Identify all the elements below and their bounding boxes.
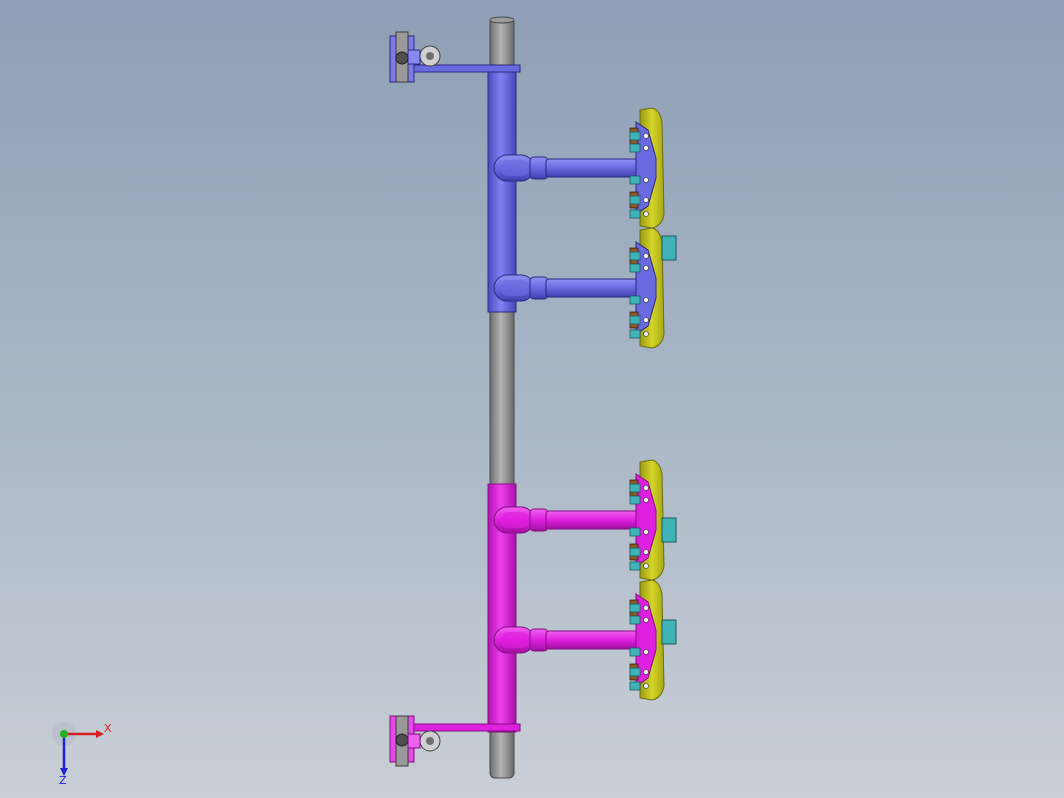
- coordinate-triad-icon: X Z: [52, 722, 112, 786]
- upper-arm-2[interactable]: [493, 227, 677, 349]
- cad-viewport[interactable]: X Z: [0, 0, 1064, 798]
- lower-arm-2[interactable]: [493, 579, 677, 701]
- lower-arm-1[interactable]: [493, 459, 677, 581]
- upper-arm-2-pad[interactable]: [629, 227, 677, 349]
- triad-z-label: Z: [59, 774, 67, 786]
- lower-arm-1-pad[interactable]: [629, 459, 677, 581]
- cad-model[interactable]: [0, 0, 1064, 798]
- lower-arm-2-pad[interactable]: [629, 579, 677, 701]
- upper-arm-1[interactable]: [493, 107, 665, 229]
- triad-x-label: X: [104, 722, 112, 735]
